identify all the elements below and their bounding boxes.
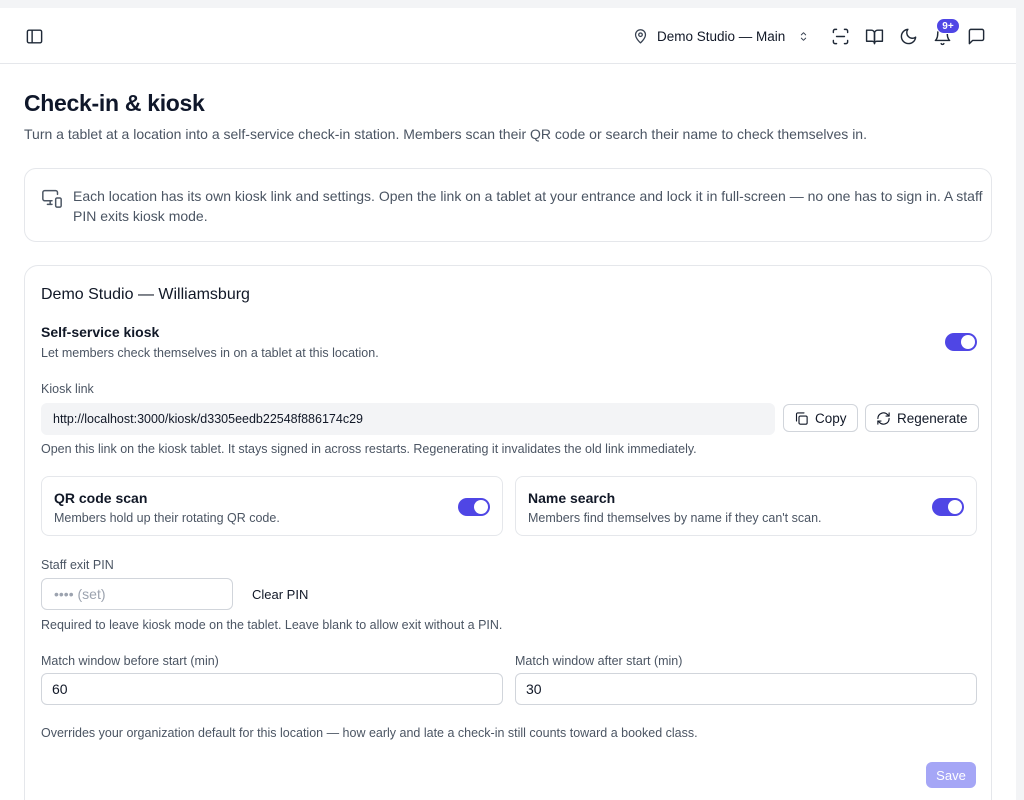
save-button[interactable]: Save [926,762,976,788]
copy-button[interactable]: Copy [783,404,858,432]
pin-input[interactable]: •••• (set) [41,578,233,610]
moon-icon[interactable] [896,24,920,48]
match-before-input[interactable]: 60 [41,673,503,705]
window-top-strip [0,0,1024,8]
scrollbar-gutter[interactable] [1016,0,1024,800]
page-subtitle: Turn a tablet at a location into a self-… [24,126,867,142]
kiosk-link-help: Open this link on the kiosk tablet. It s… [41,442,697,456]
name-search-label: Name search [528,490,616,506]
kiosk-label: Self-service kiosk [41,324,160,340]
top-header: Demo Studio — Main 9+ [0,8,1016,64]
pin-label: Staff exit PIN [41,558,114,572]
book-open-icon[interactable] [862,24,886,48]
match-window-help: Overrides your organization default for … [41,726,698,740]
regenerate-button[interactable]: Regenerate [865,404,979,432]
monitor-smartphone-icon [41,187,63,209]
qr-scan-toggle[interactable] [458,498,490,516]
sidebar-toggle-icon[interactable] [22,24,46,48]
name-search-description: Members find themselves by name if they … [528,511,822,525]
location-picker-label: Demo Studio — Main [657,28,786,44]
qr-scan-label: QR code scan [54,490,148,506]
pin-help: Required to leave kiosk mode on the tabl… [41,618,503,632]
info-callout: Each location has its own kiosk link and… [24,168,992,242]
toggle-knob [474,500,488,514]
info-text: Each location has its own kiosk link and… [73,188,983,224]
match-before-value: 60 [52,681,68,697]
clear-pin-button[interactable]: Clear PIN [252,587,308,602]
scan-icon[interactable] [828,24,852,48]
qr-scan-option: QR code scan Members hold up their rotat… [41,476,503,536]
kiosk-link-field[interactable] [41,403,775,435]
location-title: Demo Studio — Williamsburg [41,286,250,303]
kiosk-description: Let members check themselves in on a tab… [41,346,379,360]
pin-placeholder: •••• (set) [54,586,106,602]
match-after-input[interactable]: 30 [515,673,977,705]
copy-button-label: Copy [815,410,847,426]
copy-icon [795,411,808,425]
chevrons-up-down-icon [801,31,807,41]
location-picker[interactable]: Demo Studio — Main [632,24,810,48]
name-search-toggle[interactable] [932,498,964,516]
toggle-knob [961,335,975,349]
match-after-value: 30 [526,681,542,697]
message-square-icon[interactable] [964,24,988,48]
match-before-label: Match window before start (min) [41,654,219,668]
kiosk-toggle[interactable] [945,333,977,351]
refresh-icon [877,411,890,425]
kiosk-link-label: Kiosk link [41,382,94,396]
map-pin-icon [634,28,647,44]
page-title: Check-in & kiosk [24,90,205,116]
regenerate-button-label: Regenerate [897,410,968,426]
notification-badge: 9+ [936,18,960,34]
qr-scan-description: Members hold up their rotating QR code. [54,511,280,525]
match-after-label: Match window after start (min) [515,654,683,668]
toggle-knob [948,500,962,514]
location-settings-card: Demo Studio — Williamsburg Self-service … [24,265,992,800]
name-search-option: Name search Members find themselves by n… [515,476,977,536]
